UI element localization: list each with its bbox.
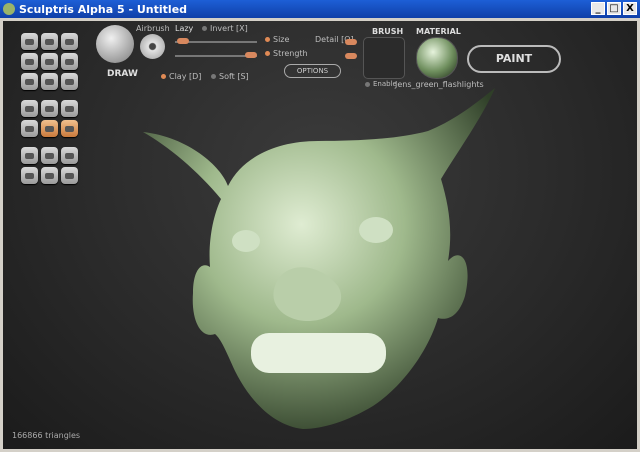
right-eye-shape — [359, 217, 393, 243]
minimize-button[interactable]: _ — [591, 2, 605, 15]
teeth-shape — [251, 333, 386, 373]
maximize-button[interactable]: □ — [607, 2, 621, 15]
close-button[interactable]: X — [623, 2, 637, 15]
sculpt-model[interactable] — [3, 21, 637, 449]
sculpt-viewport[interactable]: DRAW Airbrush Lazy Invert [X] Size Detai… — [3, 21, 637, 449]
window-title: Sculptris Alpha 5 - Untitled — [19, 2, 188, 16]
head-shape — [143, 88, 495, 429]
app-icon — [3, 3, 15, 15]
title-bar: Sculptris Alpha 5 - Untitled _ □ X — [0, 0, 640, 18]
triangle-count: 166866 triangles — [12, 431, 81, 440]
left-eye-shape — [232, 230, 260, 252]
